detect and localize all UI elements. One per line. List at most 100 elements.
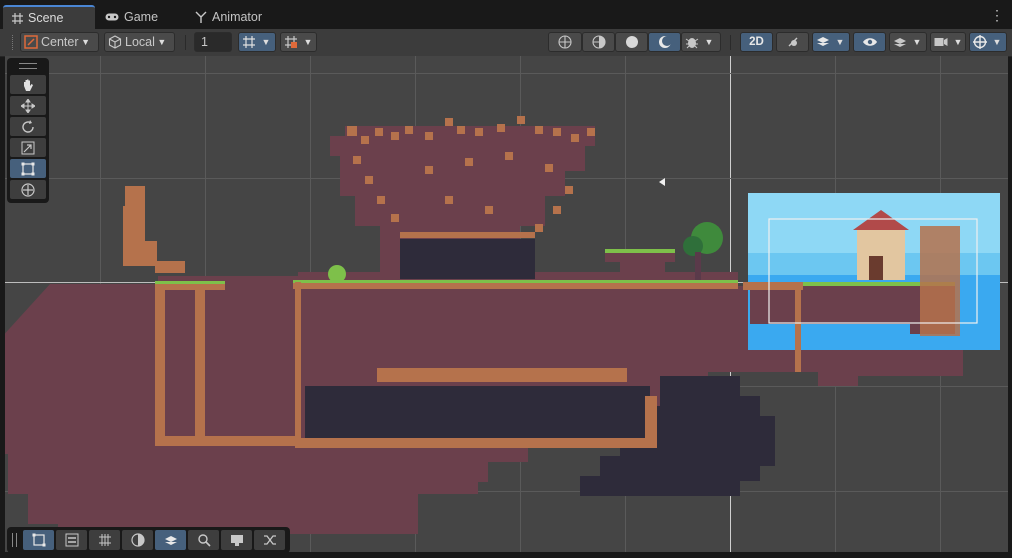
grid-hatch-icon: [98, 533, 112, 547]
overlay-grip[interactable]: [12, 533, 17, 547]
support-pillar: [795, 282, 801, 372]
rect-tool-button[interactable]: [10, 159, 46, 178]
hand-tool-button[interactable]: [10, 75, 46, 94]
camera-icon: [931, 33, 951, 51]
scale-tool-button[interactable]: [10, 138, 46, 157]
rope-bridge: [743, 282, 803, 290]
transform-tool-button[interactable]: [10, 180, 46, 199]
tab-label: Scene: [28, 11, 64, 25]
right-brick-tower: [920, 226, 960, 336]
tab-game[interactable]: Game: [96, 5, 167, 29]
search-icon: [197, 533, 211, 547]
chevron-down-icon: ▼: [953, 37, 963, 47]
cube-icon: [105, 33, 125, 51]
chevron-down-icon: ▼: [261, 37, 271, 47]
gizmos-dropdown[interactable]: ▼: [969, 32, 1007, 52]
grass-strip: [293, 280, 738, 283]
gamepad-icon: [105, 12, 119, 22]
chevron-down-icon: ▼: [303, 37, 313, 47]
grid-size-value: 1: [201, 35, 208, 49]
toolbar-grip[interactable]: [12, 35, 15, 50]
animator-icon: [195, 11, 207, 23]
pivot-mode-label: Center: [41, 35, 79, 49]
rect-select-button[interactable]: [23, 530, 54, 550]
light-off-icon: [783, 33, 803, 51]
tilemap-level[interactable]: [5, 56, 1008, 552]
tab-label: Animator: [212, 10, 263, 24]
tab-animator[interactable]: Animator: [186, 5, 271, 29]
tunnel-wall-left: [295, 282, 301, 442]
scene-visibility-toggle[interactable]: [853, 32, 886, 52]
audio-source-icon: [659, 178, 665, 186]
pivot-mode-dropdown[interactable]: Center ▼: [20, 32, 99, 52]
shuffle-button[interactable]: [254, 530, 285, 550]
eye-icon: [860, 33, 880, 51]
tree-trunk: [695, 252, 701, 280]
hand-icon: [21, 78, 35, 92]
scale-icon: [21, 141, 35, 155]
chevron-down-icon: ▼: [157, 37, 167, 47]
effects-dropdown[interactable]: ▼: [812, 32, 850, 52]
toolbar-separator: [185, 35, 186, 50]
stack-icon: [890, 33, 910, 51]
scene-camera-button[interactable]: [221, 530, 252, 550]
tab-scene[interactable]: Scene: [3, 5, 95, 29]
lighting-toggle[interactable]: [776, 32, 809, 52]
camera-dropdown[interactable]: ▼: [930, 32, 966, 52]
rect-transform-icon: [21, 162, 35, 176]
rotate-tool-button[interactable]: [10, 117, 46, 136]
unlit-button[interactable]: [648, 32, 681, 52]
transform-icon: [21, 182, 35, 197]
lower-tunnel: [305, 386, 650, 438]
tool-palette: [7, 58, 49, 203]
palette-grip[interactable]: [19, 63, 37, 69]
grid-size-field[interactable]: 1: [194, 32, 232, 52]
chevron-down-icon: ▼: [835, 37, 845, 47]
pivot-rotation-dropdown[interactable]: Local ▼: [104, 32, 175, 52]
layers-icon: [164, 533, 178, 547]
debug-draw-dropdown[interactable]: ▼: [681, 32, 721, 52]
more-options-icon[interactable]: ⋮: [990, 8, 1004, 22]
ground-top-edge: [293, 282, 738, 289]
rotate-icon: [21, 119, 35, 134]
tool-settings-button[interactable]: [56, 530, 87, 550]
shaded-sphere-icon: [616, 33, 647, 51]
pivot-rotation-label: Local: [125, 35, 155, 49]
move-tool-button[interactable]: [10, 96, 46, 115]
grid-snapping-toggle[interactable]: ▼: [238, 32, 276, 52]
2d-mode-toggle[interactable]: 2D: [740, 32, 773, 52]
grid-toggle-button[interactable]: [89, 530, 120, 550]
tunnel-wall-right: [645, 396, 657, 448]
half-circle-icon: [130, 533, 145, 547]
wireframe-sphere-icon: [549, 33, 581, 51]
gizmo-globe-icon: [970, 33, 990, 51]
rect-select-icon: [32, 533, 46, 547]
sliders-icon: [65, 533, 79, 547]
floating-grass-platform: [605, 252, 675, 272]
scene-viewport[interactable]: [5, 56, 1008, 552]
2d-mode-label: 2D: [749, 36, 764, 48]
search-button[interactable]: [188, 530, 219, 550]
increment-snap-icon: [281, 33, 301, 51]
camera-monitor-icon: [230, 533, 244, 547]
shaded-wireframe-button[interactable]: [582, 32, 615, 52]
move-arrows-icon: [21, 98, 35, 113]
tilemap-overlay-toolbar: [7, 527, 290, 553]
grid-icon: [12, 12, 23, 24]
increment-snap-dropdown[interactable]: ▼: [280, 32, 317, 52]
floating-grass: [605, 249, 675, 253]
effects-layers-icon: [813, 33, 833, 51]
bug-icon: [682, 33, 702, 51]
tab-label: Game: [124, 10, 159, 24]
grid-snap-icon: [239, 33, 259, 51]
shading-mode-button[interactable]: [122, 530, 153, 550]
shaded-button[interactable]: [615, 32, 648, 52]
tunnel-floor: [295, 438, 655, 448]
house-door: [869, 256, 883, 280]
toolbar-separator: [730, 35, 731, 50]
layers-dropdown[interactable]: ▼: [889, 32, 927, 52]
wireframe-shading-button[interactable]: [548, 32, 582, 52]
chevron-down-icon: ▼: [992, 37, 1002, 47]
layers-button[interactable]: [155, 530, 186, 550]
chevron-down-icon: ▼: [81, 37, 90, 47]
